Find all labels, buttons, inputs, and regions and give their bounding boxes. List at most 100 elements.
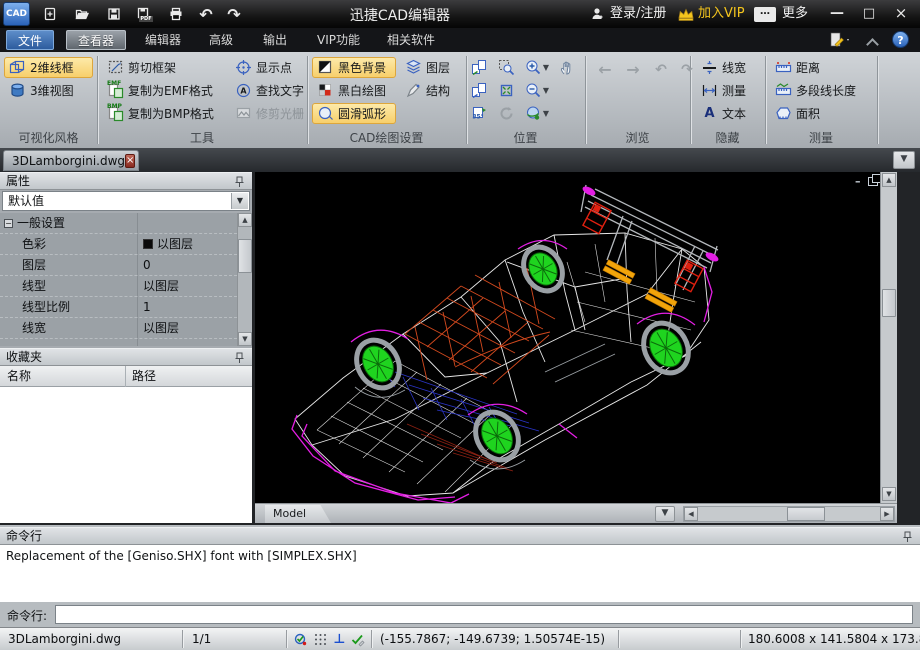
pan-hand-icon[interactable]: [556, 57, 578, 78]
menu-viewer[interactable]: 查看器: [66, 30, 127, 50]
scroll-up-icon[interactable]: ▲: [882, 173, 896, 187]
join-vip-link[interactable]: 加入VIP: [698, 6, 745, 22]
black-background-button[interactable]: 黑色背景: [312, 57, 396, 78]
object-snap-icon[interactable]: [292, 631, 309, 648]
menu-file[interactable]: 文件: [6, 30, 55, 50]
area-button[interactable]: 面积: [770, 103, 874, 124]
annotate-icon[interactable]: [828, 31, 854, 49]
wireframe-2d-button[interactable]: 2维线框: [4, 57, 93, 78]
property-label: 线型比例: [22, 300, 71, 314]
pin-icon[interactable]: [234, 352, 245, 364]
command-panel: 命令行 Replacement of the [Geniso.SHX] font…: [0, 525, 920, 627]
document-tab[interactable]: 3DLamborgini.dwg ×: [3, 150, 139, 171]
model-tab[interactable]: Model: [265, 505, 331, 523]
menu-related-software[interactable]: 相关软件: [376, 30, 446, 50]
user-account-icon[interactable]: [586, 4, 610, 24]
command-input[interactable]: [55, 605, 913, 624]
grid-snap-icon[interactable]: [312, 631, 329, 648]
clip-frame-button[interactable]: 剪切框架: [102, 57, 224, 78]
crosshair-point-icon: [235, 59, 252, 76]
tab-close-icon[interactable]: ×: [125, 153, 136, 168]
preset-dropdown[interactable]: 默认值 ▼: [2, 191, 250, 211]
show-points-button[interactable]: 显示点: [230, 57, 304, 78]
structure-button[interactable]: 结构: [400, 80, 460, 101]
zoom-out-icon[interactable]: ▼: [522, 80, 552, 101]
layout-dropdown-icon[interactable]: ▼: [655, 506, 675, 522]
column-header-name[interactable]: 名称: [7, 366, 31, 386]
zoom-window-icon[interactable]: [495, 57, 517, 78]
distance-button[interactable]: 距离: [770, 57, 874, 78]
viewport-horizontal-scrollbar[interactable]: ◀ ▶: [683, 506, 895, 522]
copy-as-bmp-button[interactable]: BMP 复制为BMP格式: [102, 103, 224, 124]
menu-advanced[interactable]: 高级: [198, 30, 244, 50]
scroll-left-icon[interactable]: ◀: [684, 507, 698, 521]
more-menu[interactable]: 更多: [782, 6, 808, 22]
save-icon[interactable]: [102, 4, 126, 24]
more-tools-icon[interactable]: …: [754, 7, 776, 22]
cad-viewport[interactable]: – ×: [255, 172, 880, 503]
collapse-ribbon-icon[interactable]: [866, 38, 879, 51]
properties-scrollbar[interactable]: ▲ ▼: [237, 213, 252, 346]
menu-vip-features[interactable]: VIP功能: [306, 30, 371, 50]
hide-text-button[interactable]: A 文本: [696, 103, 758, 124]
close-button[interactable]: ×: [888, 3, 914, 23]
hide-measure-button[interactable]: 测量: [696, 80, 758, 101]
property-row-lineweight[interactable]: 线宽 以图层: [0, 318, 237, 339]
save-as-pdf-icon[interactable]: PDF: [132, 4, 156, 24]
polyline-length-button[interactable]: 多段线长度: [770, 80, 874, 101]
print-icon[interactable]: [164, 4, 188, 24]
mdi-minimize-icon[interactable]: –: [855, 175, 861, 188]
command-log[interactable]: Replacement of the [Geniso.SHX] font wit…: [0, 544, 920, 602]
favorites-list[interactable]: [0, 387, 252, 523]
new-file-icon[interactable]: [38, 4, 62, 24]
paste-view-icon[interactable]: [468, 80, 490, 101]
black-background-icon: [317, 59, 334, 76]
scroll-down-icon[interactable]: ▼: [238, 332, 252, 346]
minimize-button[interactable]: —: [824, 3, 850, 23]
bw-drawing-button[interactable]: 黑白绘图: [312, 80, 396, 101]
help-icon[interactable]: ?: [892, 31, 909, 48]
login-link[interactable]: 登录/注册: [610, 6, 666, 22]
scroll-down-icon[interactable]: ▼: [882, 487, 896, 501]
property-row-layer[interactable]: 图层 0: [0, 255, 237, 276]
open-file-icon[interactable]: [70, 4, 94, 24]
chevron-down-icon[interactable]: ▼: [231, 193, 248, 209]
scroll-right-icon[interactable]: ▶: [880, 507, 894, 521]
ortho-mode-icon[interactable]: ⊥: [331, 631, 348, 648]
pin-icon[interactable]: [902, 531, 913, 543]
tab-list-dropdown[interactable]: ▼: [893, 151, 915, 169]
view-3d-button[interactable]: 3维视图: [4, 80, 93, 101]
redo-icon[interactable]: ↷: [222, 4, 246, 24]
zoom-in-icon[interactable]: ▼: [522, 57, 552, 78]
scroll-up-icon[interactable]: ▲: [238, 213, 252, 227]
maximize-button[interactable]: □: [856, 3, 882, 23]
rotate-35-icon[interactable]: 35°: [468, 103, 490, 124]
zoom-extents-icon[interactable]: [495, 80, 517, 101]
menu-output[interactable]: 输出: [252, 30, 298, 50]
orbit-3d-icon[interactable]: ▼: [522, 103, 552, 124]
mdi-restore-icon[interactable]: [867, 174, 880, 186]
column-header-path[interactable]: 路径: [132, 366, 156, 386]
copy-view-icon[interactable]: [468, 57, 490, 78]
scroll-thumb[interactable]: [238, 239, 252, 273]
menu-editor[interactable]: 编辑器: [134, 30, 192, 50]
copy-as-emf-button[interactable]: EMF 复制为EMF格式: [102, 80, 224, 101]
smooth-arc-button[interactable]: 圆滑弧形: [312, 103, 396, 124]
scroll-thumb[interactable]: [882, 289, 896, 317]
scroll-thumb[interactable]: [787, 507, 825, 521]
property-row-color[interactable]: 色彩 以图层: [0, 234, 237, 255]
layers-button[interactable]: 图层: [400, 57, 460, 78]
column-divider[interactable]: [125, 366, 126, 387]
viewport-vertical-scrollbar[interactable]: ▲ ▼: [880, 172, 897, 503]
property-row-linetype-scale[interactable]: 线型比例 1: [0, 297, 237, 318]
crown-icon: [674, 4, 698, 24]
edit-mode-icon[interactable]: [349, 631, 366, 648]
collapse-icon[interactable]: −: [4, 219, 13, 228]
window-title: 迅捷CAD编辑器: [349, 8, 451, 24]
find-text-button[interactable]: A 查找文字: [230, 80, 304, 101]
property-row-linetype[interactable]: 线型 以图层: [0, 276, 237, 297]
pin-icon[interactable]: [234, 176, 245, 188]
hide-line-width-button[interactable]: 线宽: [696, 57, 758, 78]
property-group-row[interactable]: − 一般设置: [0, 213, 237, 234]
undo-icon[interactable]: ↶: [194, 4, 218, 24]
